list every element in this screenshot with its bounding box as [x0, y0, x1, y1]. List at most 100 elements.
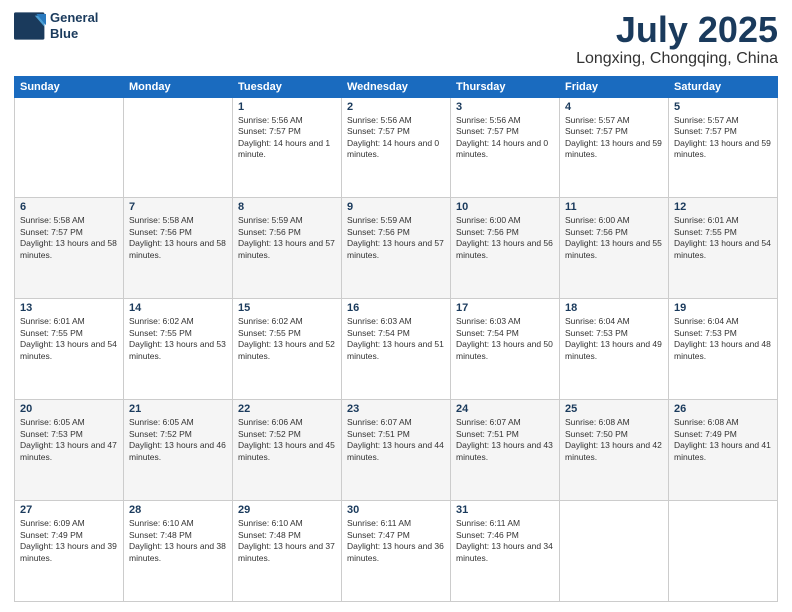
day-number: 28 — [129, 504, 227, 516]
day-info: Sunrise: 6:09 AMSunset: 7:49 PMDaylight:… — [20, 518, 118, 564]
day-number: 17 — [456, 302, 554, 314]
day-number: 2 — [347, 101, 445, 113]
day-info: Sunrise: 5:58 AMSunset: 7:56 PMDaylight:… — [129, 215, 227, 261]
calendar-cell: 20 Sunrise: 6:05 AMSunset: 7:53 PMDaylig… — [15, 400, 124, 501]
day-number: 1 — [238, 101, 336, 113]
calendar-cell: 3 Sunrise: 5:56 AMSunset: 7:57 PMDayligh… — [451, 97, 560, 198]
calendar-week-row: 27 Sunrise: 6:09 AMSunset: 7:49 PMDaylig… — [15, 501, 778, 602]
col-wednesday: Wednesday — [342, 76, 451, 97]
month-title: July 2025 — [576, 10, 778, 50]
day-number: 24 — [456, 403, 554, 415]
day-number: 10 — [456, 201, 554, 213]
calendar-cell: 31 Sunrise: 6:11 AMSunset: 7:46 PMDaylig… — [451, 501, 560, 602]
day-number: 25 — [565, 403, 663, 415]
calendar-cell: 25 Sunrise: 6:08 AMSunset: 7:50 PMDaylig… — [560, 400, 669, 501]
day-info: Sunrise: 6:01 AMSunset: 7:55 PMDaylight:… — [674, 215, 772, 261]
calendar-cell: 1 Sunrise: 5:56 AMSunset: 7:57 PMDayligh… — [233, 97, 342, 198]
calendar-cell: 12 Sunrise: 6:01 AMSunset: 7:55 PMDaylig… — [669, 198, 778, 299]
day-number: 16 — [347, 302, 445, 314]
day-info: Sunrise: 6:01 AMSunset: 7:55 PMDaylight:… — [20, 316, 118, 362]
calendar-cell: 11 Sunrise: 6:00 AMSunset: 7:56 PMDaylig… — [560, 198, 669, 299]
calendar-week-row: 20 Sunrise: 6:05 AMSunset: 7:53 PMDaylig… — [15, 400, 778, 501]
col-friday: Friday — [560, 76, 669, 97]
calendar-week-row: 6 Sunrise: 5:58 AMSunset: 7:57 PMDayligh… — [15, 198, 778, 299]
col-saturday: Saturday — [669, 76, 778, 97]
day-number: 12 — [674, 201, 772, 213]
day-info: Sunrise: 6:02 AMSunset: 7:55 PMDaylight:… — [238, 316, 336, 362]
day-info: Sunrise: 6:04 AMSunset: 7:53 PMDaylight:… — [674, 316, 772, 362]
calendar-cell: 15 Sunrise: 6:02 AMSunset: 7:55 PMDaylig… — [233, 299, 342, 400]
calendar-cell: 24 Sunrise: 6:07 AMSunset: 7:51 PMDaylig… — [451, 400, 560, 501]
day-info: Sunrise: 6:10 AMSunset: 7:48 PMDaylight:… — [238, 518, 336, 564]
day-info: Sunrise: 6:03 AMSunset: 7:54 PMDaylight:… — [456, 316, 554, 362]
day-info: Sunrise: 6:07 AMSunset: 7:51 PMDaylight:… — [347, 417, 445, 463]
day-info: Sunrise: 5:56 AMSunset: 7:57 PMDaylight:… — [347, 115, 445, 161]
calendar-cell: 16 Sunrise: 6:03 AMSunset: 7:54 PMDaylig… — [342, 299, 451, 400]
day-number: 9 — [347, 201, 445, 213]
day-number: 21 — [129, 403, 227, 415]
calendar-table: Sunday Monday Tuesday Wednesday Thursday… — [14, 76, 778, 602]
day-info: Sunrise: 6:00 AMSunset: 7:56 PMDaylight:… — [565, 215, 663, 261]
day-number: 26 — [674, 403, 772, 415]
calendar-cell: 8 Sunrise: 5:59 AMSunset: 7:56 PMDayligh… — [233, 198, 342, 299]
day-number: 6 — [20, 201, 118, 213]
day-info: Sunrise: 5:56 AMSunset: 7:57 PMDaylight:… — [238, 115, 336, 161]
day-number: 18 — [565, 302, 663, 314]
day-info: Sunrise: 5:59 AMSunset: 7:56 PMDaylight:… — [347, 215, 445, 261]
calendar-cell: 21 Sunrise: 6:05 AMSunset: 7:52 PMDaylig… — [124, 400, 233, 501]
day-info: Sunrise: 5:56 AMSunset: 7:57 PMDaylight:… — [456, 115, 554, 161]
day-number: 20 — [20, 403, 118, 415]
calendar-cell: 9 Sunrise: 5:59 AMSunset: 7:56 PMDayligh… — [342, 198, 451, 299]
day-info: Sunrise: 6:00 AMSunset: 7:56 PMDaylight:… — [456, 215, 554, 261]
day-info: Sunrise: 6:11 AMSunset: 7:46 PMDaylight:… — [456, 518, 554, 564]
logo-icon — [14, 12, 46, 40]
day-number: 3 — [456, 101, 554, 113]
day-number: 5 — [674, 101, 772, 113]
day-info: Sunrise: 6:05 AMSunset: 7:53 PMDaylight:… — [20, 417, 118, 463]
day-info: Sunrise: 6:03 AMSunset: 7:54 PMDaylight:… — [347, 316, 445, 362]
calendar-cell — [669, 501, 778, 602]
day-number: 11 — [565, 201, 663, 213]
day-number: 23 — [347, 403, 445, 415]
calendar-cell: 10 Sunrise: 6:00 AMSunset: 7:56 PMDaylig… — [451, 198, 560, 299]
location-title: Longxing, Chongqing, China — [576, 50, 778, 68]
calendar-cell: 22 Sunrise: 6:06 AMSunset: 7:52 PMDaylig… — [233, 400, 342, 501]
day-info: Sunrise: 5:58 AMSunset: 7:57 PMDaylight:… — [20, 215, 118, 261]
day-info: Sunrise: 6:05 AMSunset: 7:52 PMDaylight:… — [129, 417, 227, 463]
col-sunday: Sunday — [15, 76, 124, 97]
calendar-cell: 14 Sunrise: 6:02 AMSunset: 7:55 PMDaylig… — [124, 299, 233, 400]
day-number: 22 — [238, 403, 336, 415]
calendar-cell: 5 Sunrise: 5:57 AMSunset: 7:57 PMDayligh… — [669, 97, 778, 198]
calendar-cell: 13 Sunrise: 6:01 AMSunset: 7:55 PMDaylig… — [15, 299, 124, 400]
day-number: 4 — [565, 101, 663, 113]
calendar-cell: 2 Sunrise: 5:56 AMSunset: 7:57 PMDayligh… — [342, 97, 451, 198]
day-number: 19 — [674, 302, 772, 314]
calendar-cell: 23 Sunrise: 6:07 AMSunset: 7:51 PMDaylig… — [342, 400, 451, 501]
day-info: Sunrise: 6:10 AMSunset: 7:48 PMDaylight:… — [129, 518, 227, 564]
day-number: 27 — [20, 504, 118, 516]
day-number: 30 — [347, 504, 445, 516]
day-info: Sunrise: 5:57 AMSunset: 7:57 PMDaylight:… — [565, 115, 663, 161]
day-number: 8 — [238, 201, 336, 213]
title-block: July 2025 Longxing, Chongqing, China — [576, 10, 778, 68]
calendar-week-row: 1 Sunrise: 5:56 AMSunset: 7:57 PMDayligh… — [15, 97, 778, 198]
calendar-cell: 30 Sunrise: 6:11 AMSunset: 7:47 PMDaylig… — [342, 501, 451, 602]
day-number: 15 — [238, 302, 336, 314]
col-monday: Monday — [124, 76, 233, 97]
calendar-cell: 7 Sunrise: 5:58 AMSunset: 7:56 PMDayligh… — [124, 198, 233, 299]
calendar-cell: 26 Sunrise: 6:08 AMSunset: 7:49 PMDaylig… — [669, 400, 778, 501]
calendar-cell: 27 Sunrise: 6:09 AMSunset: 7:49 PMDaylig… — [15, 501, 124, 602]
calendar-header-row: Sunday Monday Tuesday Wednesday Thursday… — [15, 76, 778, 97]
calendar-cell — [560, 501, 669, 602]
day-number: 13 — [20, 302, 118, 314]
day-info: Sunrise: 6:07 AMSunset: 7:51 PMDaylight:… — [456, 417, 554, 463]
day-info: Sunrise: 6:08 AMSunset: 7:49 PMDaylight:… — [674, 417, 772, 463]
day-number: 7 — [129, 201, 227, 213]
logo-text: General Blue — [50, 10, 98, 41]
day-info: Sunrise: 6:02 AMSunset: 7:55 PMDaylight:… — [129, 316, 227, 362]
col-thursday: Thursday — [451, 76, 560, 97]
calendar-cell — [124, 97, 233, 198]
day-info: Sunrise: 6:08 AMSunset: 7:50 PMDaylight:… — [565, 417, 663, 463]
calendar-page: General Blue July 2025 Longxing, Chongqi… — [0, 0, 792, 612]
day-info: Sunrise: 5:57 AMSunset: 7:57 PMDaylight:… — [674, 115, 772, 161]
